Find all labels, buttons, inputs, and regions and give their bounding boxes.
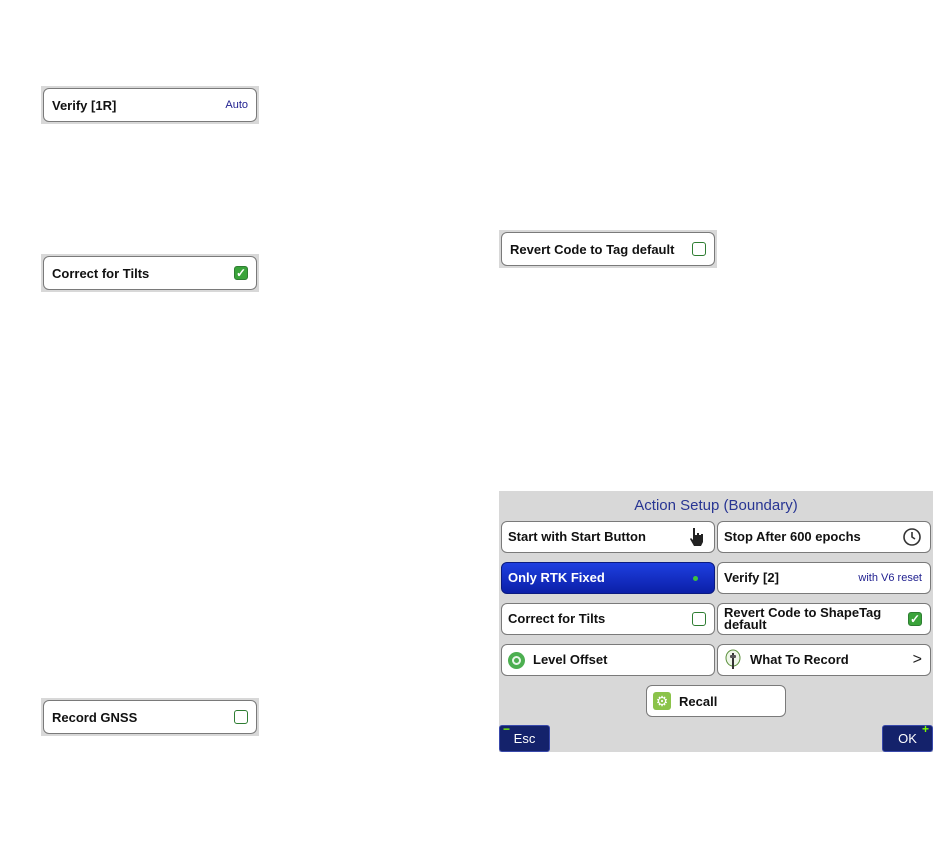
action-setup-dialog: Action Setup (Boundary) Start with Start…	[499, 491, 933, 752]
verify-2-value: with V6 reset	[858, 572, 922, 584]
verify-2-button[interactable]: Verify [2] with V6 reset	[717, 562, 931, 594]
checkbox-unchecked-icon[interactable]	[692, 612, 706, 626]
verify-1r-value: Auto	[225, 99, 248, 111]
correct-tilts-label: Correct for Tilts	[52, 265, 150, 281]
checkbox-unchecked-icon[interactable]	[692, 242, 706, 256]
stop-after-label: Stop After 600 epochs	[724, 529, 861, 544]
esc-label: Esc	[513, 731, 536, 746]
checkbox-unchecked-icon[interactable]	[234, 710, 248, 724]
level-offset-button[interactable]: Level Offset	[501, 644, 715, 676]
ok-button[interactable]: OK +	[882, 722, 933, 752]
selected-indicator-icon	[693, 575, 698, 581]
recall-label: Recall	[679, 693, 718, 709]
record-gnss-label: Record GNSS	[52, 709, 138, 725]
only-rtk-label: Only RTK Fixed	[508, 570, 605, 585]
level-offset-label: Level Offset	[533, 652, 608, 667]
revert-shapetag-toggle[interactable]: Revert Code to ShapeTag default	[717, 603, 931, 635]
what-to-record-group: What To Record	[724, 649, 849, 671]
dialog-title: Action Setup (Boundary)	[634, 497, 798, 514]
gear-icon: ⚙	[653, 692, 671, 710]
verify-1r-button[interactable]: Verify [1R] Auto	[43, 88, 257, 122]
revert-shapetag-label: Revert Code to ShapeTag default	[724, 605, 882, 632]
verify-1r-label: Verify [1R]	[52, 97, 117, 113]
record-gnss-option: Record GNSS	[41, 698, 259, 736]
revert-code-toggle[interactable]: Revert Code to Tag default	[501, 232, 715, 266]
only-rtk-fixed-button[interactable]: Only RTK Fixed	[501, 562, 715, 594]
revert-code-label: Revert Code to Tag default	[510, 241, 675, 257]
start-button-label: Start with Start Button	[508, 529, 646, 544]
correct-tilts-option: Correct for Tilts	[41, 254, 259, 292]
start-with-start-button[interactable]: Start with Start Button	[501, 521, 715, 553]
dialog-correct-tilts-label: Correct for Tilts	[508, 611, 606, 626]
verify-2-label: Verify [2]	[724, 570, 779, 585]
verify-1r-option: Verify [1R] Auto	[41, 86, 259, 124]
action-grid: Start with Start Button Stop After 600 e…	[501, 521, 931, 676]
survey-pole-icon	[725, 649, 741, 669]
dialog-correct-tilts-toggle[interactable]: Correct for Tilts	[501, 603, 715, 635]
what-to-record-label: What To Record	[750, 652, 849, 667]
revert-code-option: Revert Code to Tag default	[499, 230, 717, 268]
esc-button[interactable]: − Esc	[499, 722, 550, 752]
record-gnss-toggle[interactable]: Record GNSS	[43, 700, 257, 734]
level-icon	[508, 651, 525, 669]
checkbox-checked-icon[interactable]	[908, 612, 922, 626]
plus-icon: +	[921, 722, 929, 736]
checkbox-checked-icon[interactable]	[234, 266, 248, 280]
correct-tilts-toggle[interactable]: Correct for Tilts	[43, 256, 257, 290]
hand-pointer-icon	[690, 528, 703, 546]
what-to-record-button[interactable]: What To Record >	[717, 644, 931, 676]
recall-button[interactable]: ⚙ Recall	[646, 685, 786, 717]
ok-label: OK	[898, 731, 917, 746]
stop-after-epochs-button[interactable]: Stop After 600 epochs	[717, 521, 931, 553]
chevron-right-icon: >	[912, 651, 922, 668]
level-offset-group: Level Offset	[508, 651, 608, 669]
clock-icon	[903, 528, 921, 546]
minus-icon: −	[503, 722, 511, 736]
